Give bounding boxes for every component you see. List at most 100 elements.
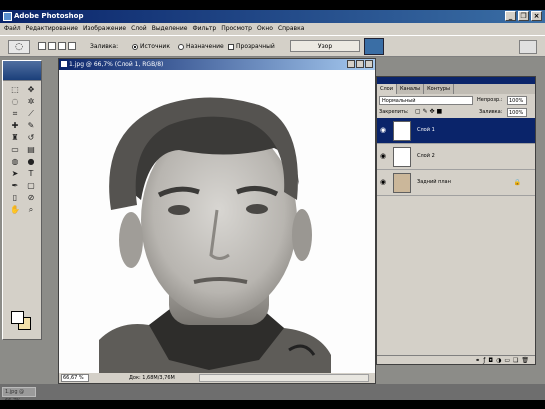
image-canvas[interactable] <box>59 70 375 374</box>
menu-help[interactable]: Справка <box>278 23 304 35</box>
patch-tool-preset-icon[interactable]: ◌ <box>8 40 30 54</box>
menu-view[interactable]: Просмотр <box>221 23 252 35</box>
transparent-label: Прозрачный <box>236 43 275 50</box>
toolbox: ⬚ ✥ ◌ ✲ ⌗ ⟋ ✚ ✎ ♜ ↺ ▭ ▤ ◍ ● ➤ T ✒ ▢ ▯ ⊘ … <box>2 60 42 340</box>
destination-radio[interactable]: Назначение <box>178 43 224 51</box>
document-titlebar: 1.jpg @ 66,7% (Слой 1, RGB/8) <box>59 59 375 70</box>
layer-thumbnail <box>393 147 411 167</box>
layer-name: Слой 2 <box>417 153 435 159</box>
source-label: Источник <box>140 43 170 50</box>
pattern-swatch[interactable] <box>364 38 384 55</box>
patch-tool-icon[interactable]: ✚ <box>8 120 22 131</box>
menu-bar: Файл Редактирование Изображение Слой Выд… <box>0 23 545 35</box>
subtract-selection-icon[interactable] <box>58 42 66 50</box>
fill-field[interactable]: 100% <box>507 108 527 117</box>
opacity-label: Непрозр.: <box>477 97 503 103</box>
tab-layers[interactable]: Слои <box>377 84 397 94</box>
magic-wand-icon[interactable]: ✲ <box>24 96 38 107</box>
menu-layer[interactable]: Слой <box>131 23 147 35</box>
menu-image[interactable]: Изображение <box>83 23 126 35</box>
blur-tool-icon[interactable]: ◍ <box>8 156 22 167</box>
eraser-tool-icon[interactable]: ▭ <box>8 144 22 155</box>
pen-tool-icon[interactable]: ✒ <box>8 180 22 191</box>
add-selection-icon[interactable] <box>48 42 56 50</box>
menu-filter[interactable]: Фильтр <box>192 23 216 35</box>
menu-window[interactable]: Окно <box>257 23 273 35</box>
folder-icon[interactable]: ▭ <box>504 356 510 364</box>
doc-minimize-button[interactable] <box>347 60 355 68</box>
options-bar: ◌ Заливка: Источник Назначение Прозрачны… <box>0 35 545 57</box>
restore-button[interactable]: ❐ <box>518 11 529 21</box>
history-brush-icon[interactable]: ↺ <box>24 132 38 143</box>
shape-tool-icon[interactable]: ▢ <box>24 180 38 191</box>
gradient-tool-icon[interactable]: ▤ <box>24 144 38 155</box>
lock-label: Закрепить: <box>379 109 409 115</box>
menu-edit[interactable]: Редактирование <box>26 23 78 35</box>
transparent-checkbox[interactable]: Прозрачный <box>228 43 275 51</box>
type-tool-icon[interactable]: T <box>24 168 38 179</box>
lock-icon: 🔒 <box>513 179 521 186</box>
close-button[interactable]: × <box>531 11 542 21</box>
new-selection-icon[interactable] <box>38 42 46 50</box>
palette-well-icon[interactable] <box>519 40 537 54</box>
visibility-eye-icon[interactable]: ◉ <box>380 179 388 186</box>
screen: Adobe Photoshop _ ❐ × Файл Редактировани… <box>0 10 545 400</box>
doc-maximize-button[interactable] <box>356 60 364 68</box>
horizontal-scrollbar[interactable] <box>199 374 369 382</box>
toolbox-header <box>3 61 41 81</box>
new-layer-icon[interactable]: ❏ <box>513 356 518 364</box>
adjustment-icon[interactable]: ◑ <box>496 356 501 364</box>
portrait-photo <box>59 70 375 374</box>
document-window: 1.jpg @ 66,7% (Слой 1, RGB/8) 66,67 % До… <box>58 58 376 384</box>
path-select-icon[interactable]: ➤ <box>8 168 22 179</box>
intersect-selection-icon[interactable] <box>68 42 76 50</box>
source-radio[interactable]: Источник <box>132 43 170 51</box>
lock-icons[interactable]: ▢ ✎ ✥ ■ <box>415 106 442 118</box>
brush-tool-icon[interactable]: ✎ <box>24 120 38 131</box>
opacity-field[interactable]: 100% <box>507 96 527 105</box>
tab-paths[interactable]: Контуры <box>424 84 454 94</box>
marquee-tool-icon[interactable]: ⬚ <box>8 84 22 95</box>
crop-tool-icon[interactable]: ⌗ <box>8 108 22 119</box>
menu-file[interactable]: Файл <box>4 23 21 35</box>
visibility-eye-icon[interactable]: ◉ <box>380 153 388 160</box>
layer-style-icon[interactable]: ƒ <box>483 356 485 364</box>
layer-thumbnail <box>393 173 411 193</box>
layer-name: Задний план <box>417 179 451 185</box>
layers-panel-header[interactable] <box>377 77 535 84</box>
slice-tool-icon[interactable]: ⟋ <box>24 108 38 119</box>
selection-modes <box>38 42 76 50</box>
minimize-button[interactable]: _ <box>505 11 516 21</box>
taskbar-item[interactable]: 1.jpg @ 66,7% <box>2 387 36 400</box>
notes-tool-icon[interactable]: ▯ <box>8 192 22 203</box>
hand-tool-icon[interactable]: ✋ <box>8 204 22 215</box>
document-size[interactable]: Док: 1,68М/3,76М <box>129 373 175 383</box>
document-title: 1.jpg @ 66,7% (Слой 1, RGB/8) <box>69 61 164 68</box>
zoom-field[interactable]: 66,67 % <box>61 374 89 382</box>
document-icon <box>61 61 67 67</box>
visibility-eye-icon[interactable]: ◉ <box>380 127 388 134</box>
link-icon[interactable]: ⚭ <box>475 356 480 364</box>
menu-select[interactable]: Выделение <box>152 23 188 35</box>
layer-row-3[interactable]: ◉ Задний план 🔒 <box>377 170 535 196</box>
fill-label: Заливка: <box>479 109 503 115</box>
app-titlebar: Adobe Photoshop _ ❐ × <box>0 10 545 23</box>
stamp-tool-icon[interactable]: ♜ <box>8 132 22 143</box>
taskbar: 1.jpg @ 66,7% <box>0 384 545 400</box>
lasso-tool-icon[interactable]: ◌ <box>8 96 22 107</box>
foreground-color-swatch[interactable] <box>11 311 24 324</box>
dodge-tool-icon[interactable]: ● <box>24 156 38 167</box>
trash-icon[interactable]: 🗑 <box>521 356 529 364</box>
layers-footer: ⚭ ƒ ◘ ◑ ▭ ❏ 🗑 <box>377 355 535 364</box>
app-title: Adobe Photoshop <box>14 12 84 20</box>
mask-icon[interactable]: ◘ <box>488 356 493 364</box>
use-pattern-button[interactable]: Узор <box>290 40 360 52</box>
zoom-tool-icon[interactable]: ⌕ <box>24 204 38 215</box>
layer-row-2[interactable]: ◉ Слой 2 <box>377 144 535 170</box>
doc-close-button[interactable] <box>365 60 373 68</box>
move-tool-icon[interactable]: ✥ <box>24 84 38 95</box>
eyedropper-icon[interactable]: ⊘ <box>24 192 38 203</box>
layer-row-1[interactable]: ◉ Слой 1 <box>377 118 535 144</box>
tab-channels[interactable]: Каналы <box>397 84 425 94</box>
blend-mode-select[interactable]: Нормальный <box>379 96 473 105</box>
